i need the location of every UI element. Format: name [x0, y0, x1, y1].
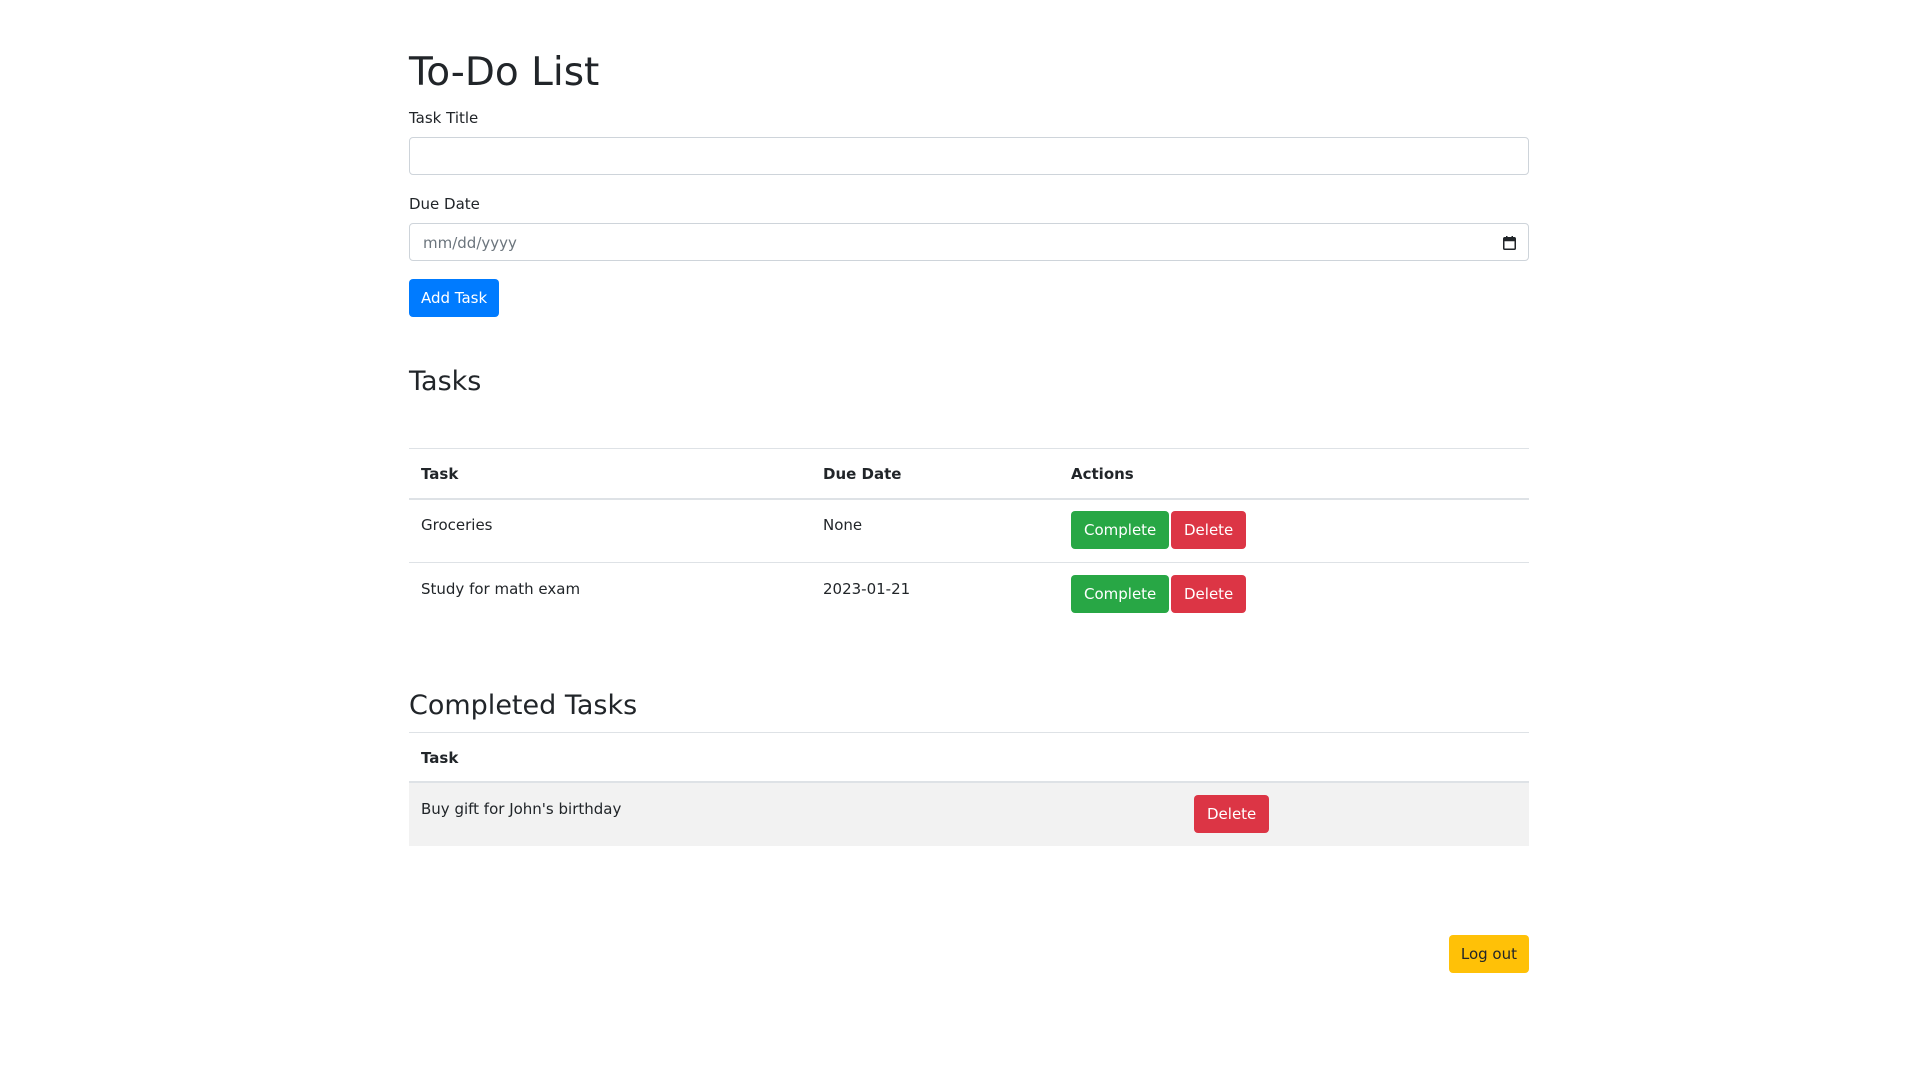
table-row: Buy gift for John's birthday Delete	[409, 783, 1529, 846]
tasks-heading: Tasks	[409, 366, 482, 397]
complete-button[interactable]: Complete	[1071, 575, 1170, 613]
complete-button[interactable]: Complete	[1071, 511, 1170, 549]
column-header-task: Task	[421, 749, 459, 767]
delete-button[interactable]: Delete	[1171, 511, 1247, 549]
task-name: Groceries	[421, 516, 493, 534]
row-divider	[409, 562, 1529, 563]
task-name: Study for math exam	[421, 580, 581, 598]
task-due-date: 2023-01-21	[823, 580, 911, 598]
due-date-placeholder: mm/dd/yyyy	[423, 234, 517, 252]
task-title-label: Task Title	[409, 109, 479, 127]
column-header-task: Task	[421, 465, 459, 483]
header-bottom-border	[409, 498, 1529, 500]
add-task-button[interactable]: Add Task	[409, 279, 500, 317]
completed-tasks-heading: Completed Tasks	[409, 690, 638, 721]
column-header-due-date: Due Date	[823, 465, 902, 483]
logout-button[interactable]: Log out	[1448, 935, 1529, 973]
delete-button[interactable]: Delete	[1171, 575, 1247, 613]
due-date-input[interactable]: mm/dd/yyyy	[409, 223, 1529, 261]
task-title-input[interactable]	[409, 137, 1529, 175]
due-date-label: Due Date	[409, 195, 480, 213]
calendar-icon[interactable]	[1503, 236, 1516, 250]
page-title: To-Do List	[409, 50, 600, 95]
task-due-date: None	[823, 516, 863, 534]
table-top-border	[409, 448, 1529, 449]
completed-task-name: Buy gift for John's birthday	[421, 800, 622, 818]
delete-button[interactable]: Delete	[1194, 795, 1270, 833]
table-top-border	[409, 732, 1529, 733]
column-header-actions: Actions	[1071, 465, 1134, 483]
